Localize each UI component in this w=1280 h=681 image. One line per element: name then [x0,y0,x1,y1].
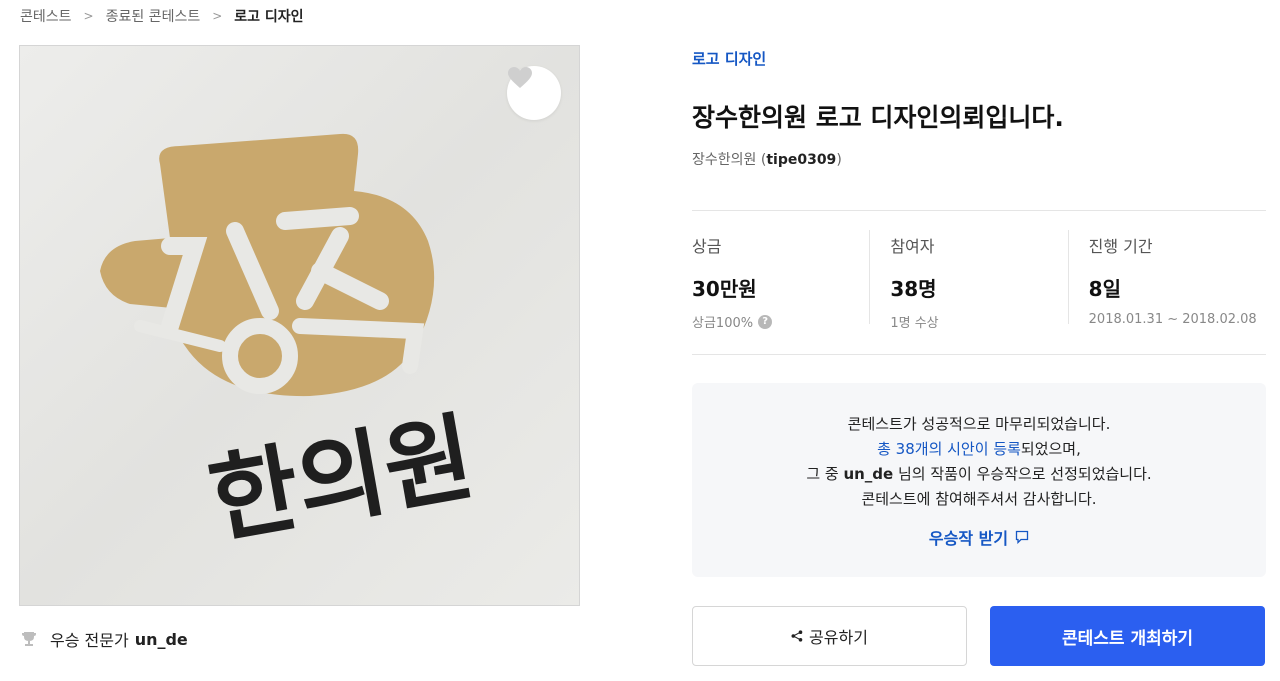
host-contest-label: 콘테스트 개최하기 [1061,628,1194,649]
share-icon [791,630,803,642]
receive-winning-work-button[interactable]: 우승작 받기 [929,525,1029,549]
stat-label: 진행 기간 [1088,237,1153,256]
breadcrumb: 콘테스트 > 종료된 콘테스트 > 로고 디자인 [20,6,304,26]
breadcrumb-logo-design: 로고 디자인 [234,9,304,25]
divider [692,210,1266,211]
notice-line-2: 총 38개의 시안이 등록되었으며, [692,437,1266,462]
stat-sub: 2018.01.31 ~ 2018.02.08 [1089,312,1266,327]
winner-role: 우승 전문가 [50,631,129,650]
notice-line-1: 콘테스트가 성공적으로 마무리되었습니다. [847,415,1111,433]
chevron-right-icon: > [212,9,223,23]
favorite-button[interactable] [507,66,561,120]
logo-text: 한의원 [201,401,481,557]
notice-line-4: 콘테스트에 참여해주셔서 감사합니다. [861,490,1097,508]
stat-sub: 1명 수상 [890,312,1067,331]
page-title: 장수한의원 로고 디자인의뢰입니다. [692,103,1064,132]
contest-stats: 상금 30만원 상금100% ? 참여자 38명 1명 수상 진행 기간 8일 … [692,230,1266,331]
chevron-right-icon: > [83,9,94,23]
notice-line-3: 그 중 un_de 님의 작품이 우승작으로 선정되었습니다. [692,462,1266,487]
host-id[interactable]: tipe0309 [766,152,836,168]
stat-duration: 진행 기간 8일 2018.01.31 ~ 2018.02.08 [1067,230,1266,327]
receive-label: 우승작 받기 [928,529,1009,548]
entries-link[interactable]: 총 38개의 시안이 등록 [877,440,1021,458]
host-name: 장수한의원 [692,152,757,168]
winner-info: 우승 전문가 un_de [20,627,188,651]
logo-artwork: 한의원 [100,133,482,557]
host-contest-button[interactable]: 콘테스트 개최하기 [990,606,1265,666]
host-paren-close: ) [836,152,842,168]
notice-winner-name: un_de [843,465,894,483]
host-info: 장수한의원 (tipe0309) [692,149,842,169]
trophy-icon [22,632,36,646]
stat-participants: 참여자 38명 1명 수상 [869,230,1067,331]
stat-prize: 상금 30만원 상금100% ? [692,230,869,331]
winner-name[interactable]: un_de [135,630,188,649]
help-icon[interactable]: ? [758,314,773,329]
stat-sub-text: 상금100% [692,316,754,331]
stat-sub-text: 2018.01.31 ~ 2018.02.08 [1088,312,1257,327]
contest-winning-image[interactable]: 한의원 [19,45,580,606]
divider [692,354,1266,355]
stat-value: 30만원 [692,277,757,301]
breadcrumb-ended-contest[interactable]: 종료된 콘테스트 [106,6,201,26]
notice-line-2-rest: 되었으며, [1020,440,1081,458]
notice-line-3-pre: 그 중 [806,465,844,483]
notice-line-3-post: 님의 작품이 우승작으로 선정되었습니다. [893,465,1152,483]
message-icon [1015,530,1029,544]
heart-icon [508,67,532,88]
stat-sub-text: 1명 수상 [890,316,939,331]
stat-label: 참여자 [890,237,935,256]
stat-label: 상금 [692,237,722,256]
share-button[interactable]: 공유하기 [692,606,967,666]
share-label: 공유하기 [809,628,868,647]
breadcrumb-contest[interactable]: 콘테스트 [20,6,72,26]
logo-gold-shape [100,133,435,397]
stat-sub: 상금100% ? [692,312,869,331]
category-link[interactable]: 로고 디자인 [692,48,766,69]
stat-value: 8일 [1088,277,1121,301]
completion-notice: 콘테스트가 성공적으로 마무리되었습니다. 총 38개의 시안이 등록되었으며,… [692,383,1266,577]
stat-value: 38명 [890,277,937,301]
